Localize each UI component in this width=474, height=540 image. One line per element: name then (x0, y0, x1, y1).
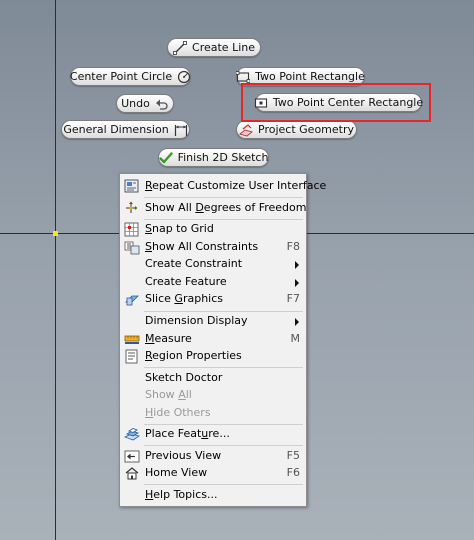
menu-item-region-properties[interactable]: Region Properties (121, 348, 305, 365)
menu-item-snap-to-grid[interactable]: Snap to Grid (121, 221, 305, 238)
rectangle-icon (235, 70, 251, 84)
menu-item-create-feature[interactable]: Create Feature (121, 274, 305, 291)
region-properties-icon (124, 349, 140, 364)
line-icon (173, 40, 187, 55)
undo-button[interactable]: Undo (116, 94, 174, 113)
menu-item-dimension-display[interactable]: Dimension Display (121, 313, 305, 330)
menu-item-show-all-constraints[interactable]: Show All Constraints F8 (121, 239, 305, 256)
customize-ui-icon (124, 179, 140, 194)
menu-item-slice-graphics[interactable]: Slice Graphics F7 (121, 291, 305, 308)
grid-icon (124, 222, 140, 237)
menu-item-home-view[interactable]: Home View F6 (121, 465, 305, 482)
menu-item-hide-others: Hide Others (145, 406, 211, 419)
menu-item-show-all-degrees-of-freedom[interactable]: Show All Degrees of Freedom (121, 200, 306, 217)
menu-item-previous-view[interactable]: Previous View F5 (121, 448, 305, 465)
general-dimension-button[interactable]: General Dimension (61, 120, 190, 139)
menu-separator (144, 219, 303, 220)
checkmark-icon (158, 151, 173, 165)
submenu-arrow-icon (295, 279, 299, 287)
menu-item-measure[interactable]: Measure M (121, 331, 305, 348)
menu-separator (144, 484, 303, 485)
menu-separator (144, 311, 303, 312)
center-point-circle-button[interactable]: Center Point Circle (70, 67, 191, 86)
constraints-icon (124, 240, 140, 255)
context-menu: Repeat Customize User Interface Show All… (119, 173, 326, 507)
project-geometry-button[interactable]: Project Geometry (236, 120, 357, 139)
menu-separator (144, 367, 303, 368)
slice-graphics-icon (124, 292, 140, 307)
sketch-axis-vertical (55, 0, 56, 540)
submenu-arrow-icon (295, 261, 299, 269)
highlight-box (241, 83, 431, 122)
menu-separator (144, 424, 303, 425)
previous-view-icon (124, 449, 140, 464)
finish-2d-sketch-button[interactable]: Finish 2D Sketch (158, 148, 269, 167)
menu-item-help-topics[interactable]: Help Topics... (121, 487, 305, 504)
dimension-icon (174, 123, 188, 137)
menu-item-place-feature[interactable]: Place Feature... (121, 426, 305, 443)
menu-item-show-all: Show All (145, 388, 192, 401)
place-feature-icon (124, 427, 140, 442)
menu-item-sketch-doctor[interactable]: Sketch Doctor (121, 370, 305, 387)
menu-separator (144, 445, 303, 446)
undo-icon (155, 97, 169, 111)
home-view-icon (124, 466, 140, 481)
circle-icon (177, 70, 191, 84)
submenu-arrow-icon (295, 318, 299, 326)
degrees-of-freedom-icon (124, 201, 140, 216)
menu-separator (144, 197, 303, 198)
create-line-button[interactable]: Create Line (167, 38, 261, 57)
sketch-origin-point (53, 231, 58, 236)
project-geometry-icon (239, 123, 253, 137)
menu-item-repeat[interactable]: Repeat Customize User Interface (121, 178, 326, 195)
measure-icon (124, 332, 140, 347)
menu-item-create-constraint[interactable]: Create Constraint (121, 256, 305, 273)
